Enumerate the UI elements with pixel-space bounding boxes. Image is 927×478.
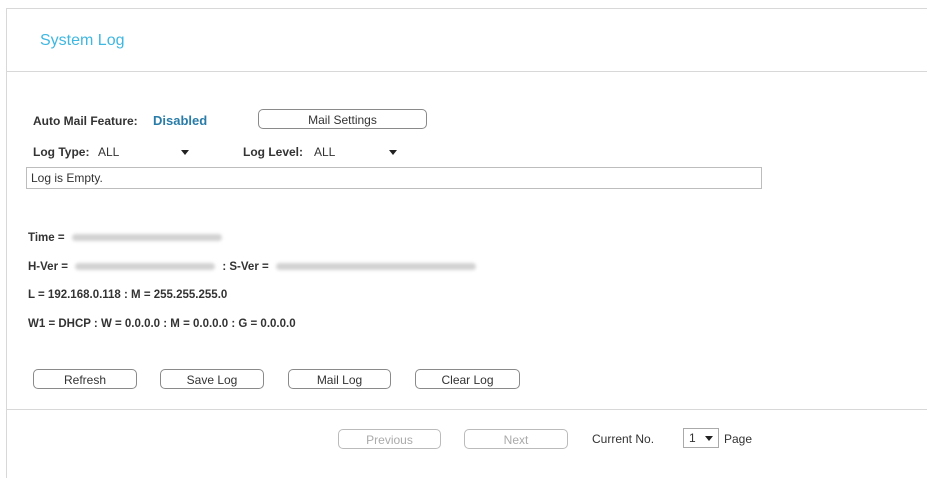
mail-settings-button[interactable]: Mail Settings [258, 109, 427, 129]
log-type-label: Log Type: [33, 145, 90, 159]
time-line: Time = [28, 232, 226, 244]
log-level-select[interactable]: ALL [314, 143, 406, 161]
wan-info-line: W1 = DHCP : W = 0.0.0.0 : M = 0.0.0.0 : … [28, 318, 296, 330]
chevron-down-icon [705, 436, 713, 441]
software-version-label: : S-Ver = [222, 261, 269, 273]
mail-log-button[interactable]: Mail Log [288, 369, 391, 389]
page-title: System Log [40, 32, 125, 49]
hardware-version-label: H-Ver = [28, 261, 68, 273]
save-log-button[interactable]: Save Log [160, 369, 264, 389]
chevron-down-icon [389, 150, 397, 155]
header-divider [6, 71, 927, 72]
lan-info-line: L = 192.168.0.118 : M = 255.255.255.0 [28, 289, 228, 301]
redacted-time [71, 234, 222, 242]
log-level-value: ALL [314, 145, 336, 159]
next-page-button[interactable]: Next [464, 429, 568, 449]
log-type-select[interactable]: ALL [98, 143, 194, 161]
log-display: Log is Empty. [26, 167, 762, 189]
footer-divider [6, 409, 927, 410]
version-line: H-Ver = : S-Ver = [28, 261, 480, 273]
clear-log-button[interactable]: Clear Log [415, 369, 520, 389]
previous-page-button[interactable]: Previous [338, 429, 441, 449]
redacted-software-version [275, 263, 476, 271]
time-label: Time = [28, 232, 65, 244]
current-page-select[interactable]: 1 [683, 428, 719, 448]
redacted-hardware-version [75, 263, 216, 271]
refresh-button[interactable]: Refresh [33, 369, 137, 389]
current-page-label: Current No. [592, 432, 655, 446]
current-page-value: 1 [689, 431, 696, 445]
page-label: Page [724, 432, 753, 446]
auto-mail-feature-label: Auto Mail Feature: [33, 114, 138, 128]
chevron-down-icon [181, 150, 189, 155]
log-level-label: Log Level: [243, 145, 304, 159]
auto-mail-feature-status: Disabled [153, 113, 208, 128]
log-type-value: ALL [98, 145, 120, 159]
